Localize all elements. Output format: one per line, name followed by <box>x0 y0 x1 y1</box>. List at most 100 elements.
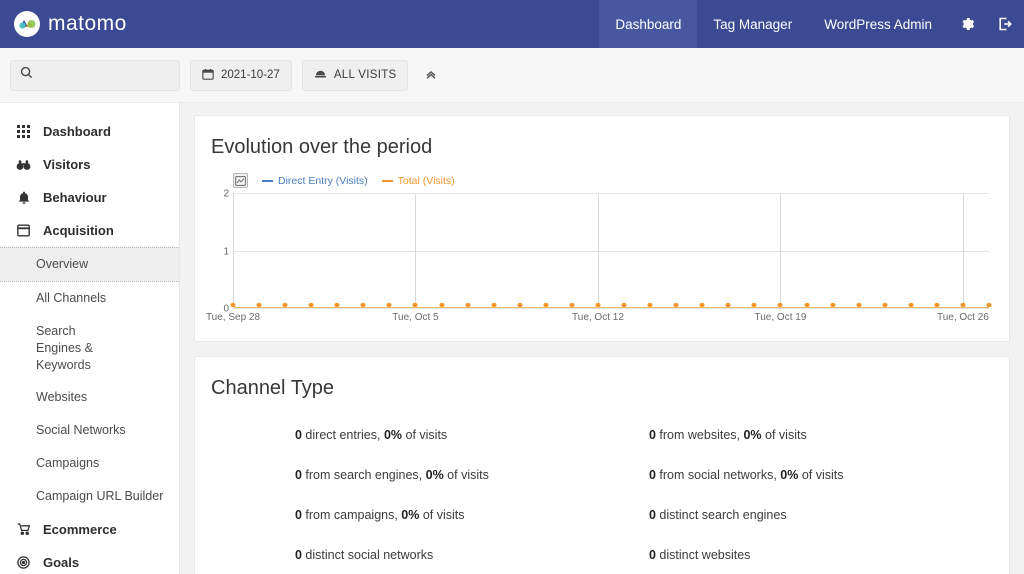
data-point[interactable] <box>647 303 653 307</box>
stat-value: 0 <box>649 428 656 442</box>
data-point[interactable] <box>621 303 627 307</box>
x-axis-tick: Tue, Sep 28 <box>205 312 261 323</box>
y-axis-labels: 012 <box>211 189 229 315</box>
cart-icon <box>16 523 31 536</box>
gridline-horizontal <box>233 193 989 194</box>
stat-percent: 0% <box>425 468 444 482</box>
data-point[interactable] <box>751 303 757 307</box>
data-point[interactable] <box>777 303 783 307</box>
stat-value: 0 <box>295 428 302 442</box>
sidebar-item-visitors[interactable]: Visitors <box>0 148 179 181</box>
channel-stat: 0 from campaigns, 0% of visits <box>295 508 465 522</box>
main-content: Evolution over the period Direct Entry (… <box>180 103 1024 574</box>
segment-icon <box>314 68 327 82</box>
data-point[interactable] <box>491 303 497 307</box>
plot-area <box>230 193 992 309</box>
data-point[interactable] <box>960 303 966 307</box>
top-header: matomo Dashboard Tag Manager WordPress A… <box>0 0 1024 48</box>
data-point[interactable] <box>934 303 940 307</box>
binoculars-icon <box>16 159 31 171</box>
stat-value: 0 <box>295 468 302 482</box>
data-point[interactable] <box>595 303 601 307</box>
sidebar-item-websites[interactable]: Websites <box>0 381 179 414</box>
data-point[interactable] <box>308 303 314 307</box>
data-point[interactable] <box>856 303 862 307</box>
date-selector-button[interactable]: 2021-10-27 <box>190 59 292 91</box>
data-point[interactable] <box>804 303 810 307</box>
channel-stat: 0 distinct social networks <box>295 548 434 562</box>
data-point[interactable] <box>334 303 340 307</box>
gridline-vertical <box>597 194 599 309</box>
x-axis-tick: Tue, Oct 12 <box>572 312 624 323</box>
data-point[interactable] <box>830 303 836 307</box>
legend-direct-entry[interactable]: Direct Entry (Visits) <box>262 175 368 187</box>
sidebar-item-acquisition[interactable]: Acquisition <box>0 214 179 247</box>
evolution-chart[interactable]: 012 <box>211 189 993 315</box>
sign-out-icon[interactable] <box>986 0 1024 48</box>
sidebar-item-ecommerce[interactable]: Ecommerce <box>0 513 179 546</box>
data-point[interactable] <box>908 303 914 307</box>
data-point[interactable] <box>699 303 705 307</box>
chart-toggle-icon[interactable] <box>233 173 248 188</box>
x-axis-tick: Tue, Oct 5 <box>392 312 439 323</box>
gridline-vertical <box>962 194 964 309</box>
sidebar-item-search-engines-keywords[interactable]: Search Engines & Keywords <box>0 315 120 382</box>
grid-icon <box>16 125 31 138</box>
sidebar-label: Dashboard <box>43 124 111 139</box>
chart-legend: Direct Entry (Visits) Total (Visits) <box>233 173 993 188</box>
gridline-horizontal <box>233 250 989 252</box>
data-point[interactable] <box>282 303 288 307</box>
channel-stat: 0 from search engines, 0% of visits <box>295 468 489 482</box>
data-point[interactable] <box>569 303 575 307</box>
data-point[interactable] <box>725 303 731 307</box>
sidebar-item-social-networks[interactable]: Social Networks <box>0 414 179 447</box>
channel-stat: 0 from websites, 0% of visits <box>649 428 807 442</box>
sidebar-item-goals[interactable]: Goals <box>0 546 179 574</box>
bell-icon <box>16 191 31 205</box>
topnav-wordpress-admin[interactable]: WordPress Admin <box>808 0 948 48</box>
channel-type-title: Channel Type <box>211 377 335 399</box>
legend-swatch-total <box>381 179 393 182</box>
data-point[interactable] <box>230 303 236 307</box>
stat-value: 0 <box>649 508 656 522</box>
legend-total[interactable]: Total (Visits) <box>381 174 455 187</box>
brand-logo[interactable]: matomo <box>0 11 127 37</box>
top-navigation: Dashboard Tag Manager WordPress Admin <box>599 0 1024 48</box>
data-point[interactable] <box>412 303 418 307</box>
data-point[interactable] <box>517 303 523 307</box>
sidebar-label: Behaviour <box>43 190 107 205</box>
sidebar-label: Acquisition <box>43 223 114 238</box>
topnav-tag-manager[interactable]: Tag Manager <box>697 0 808 48</box>
sidebar-item-behaviour[interactable]: Behaviour <box>0 181 179 214</box>
search-box[interactable] <box>10 59 180 91</box>
gridline-vertical <box>780 194 782 309</box>
data-point[interactable] <box>986 303 992 307</box>
target-icon <box>16 556 31 569</box>
chevron-up-icon[interactable] <box>418 62 444 88</box>
topnav-dashboard[interactable]: Dashboard <box>599 0 698 48</box>
gridline-vertical <box>415 194 417 309</box>
stat-value: 0 <box>649 548 656 562</box>
sidebar-item-campaign-url-builder[interactable]: Campaign URL Builder <box>0 480 179 513</box>
stat-percent: 0% <box>401 508 420 522</box>
legend-label-total: Total (Visits) <box>397 174 455 187</box>
gear-icon[interactable] <box>948 0 986 48</box>
data-point[interactable] <box>882 303 888 307</box>
matomo-logo-icon <box>14 11 40 37</box>
data-point[interactable] <box>543 303 549 307</box>
sidebar-item-campaigns[interactable]: Campaigns <box>0 447 179 480</box>
segment-selector-label: ALL VISITS <box>333 69 397 81</box>
segment-selector-button[interactable]: ALL VISITS <box>301 59 409 91</box>
search-input[interactable] <box>40 68 170 82</box>
sidebar-item-overview[interactable]: Overview <box>0 247 179 282</box>
channel-stat: 0 from social networks, 0% of visits <box>649 468 844 482</box>
data-point[interactable] <box>439 303 445 307</box>
data-point[interactable] <box>386 303 392 307</box>
data-point[interactable] <box>673 303 679 307</box>
data-point[interactable] <box>256 303 262 307</box>
data-point[interactable] <box>360 303 366 307</box>
channel-stat: 0 direct entries, 0% of visits <box>295 428 448 442</box>
sidebar-item-dashboard[interactable]: Dashboard <box>0 115 179 148</box>
sidebar-item-all-channels[interactable]: All Channels <box>0 282 179 315</box>
data-point[interactable] <box>465 303 471 307</box>
